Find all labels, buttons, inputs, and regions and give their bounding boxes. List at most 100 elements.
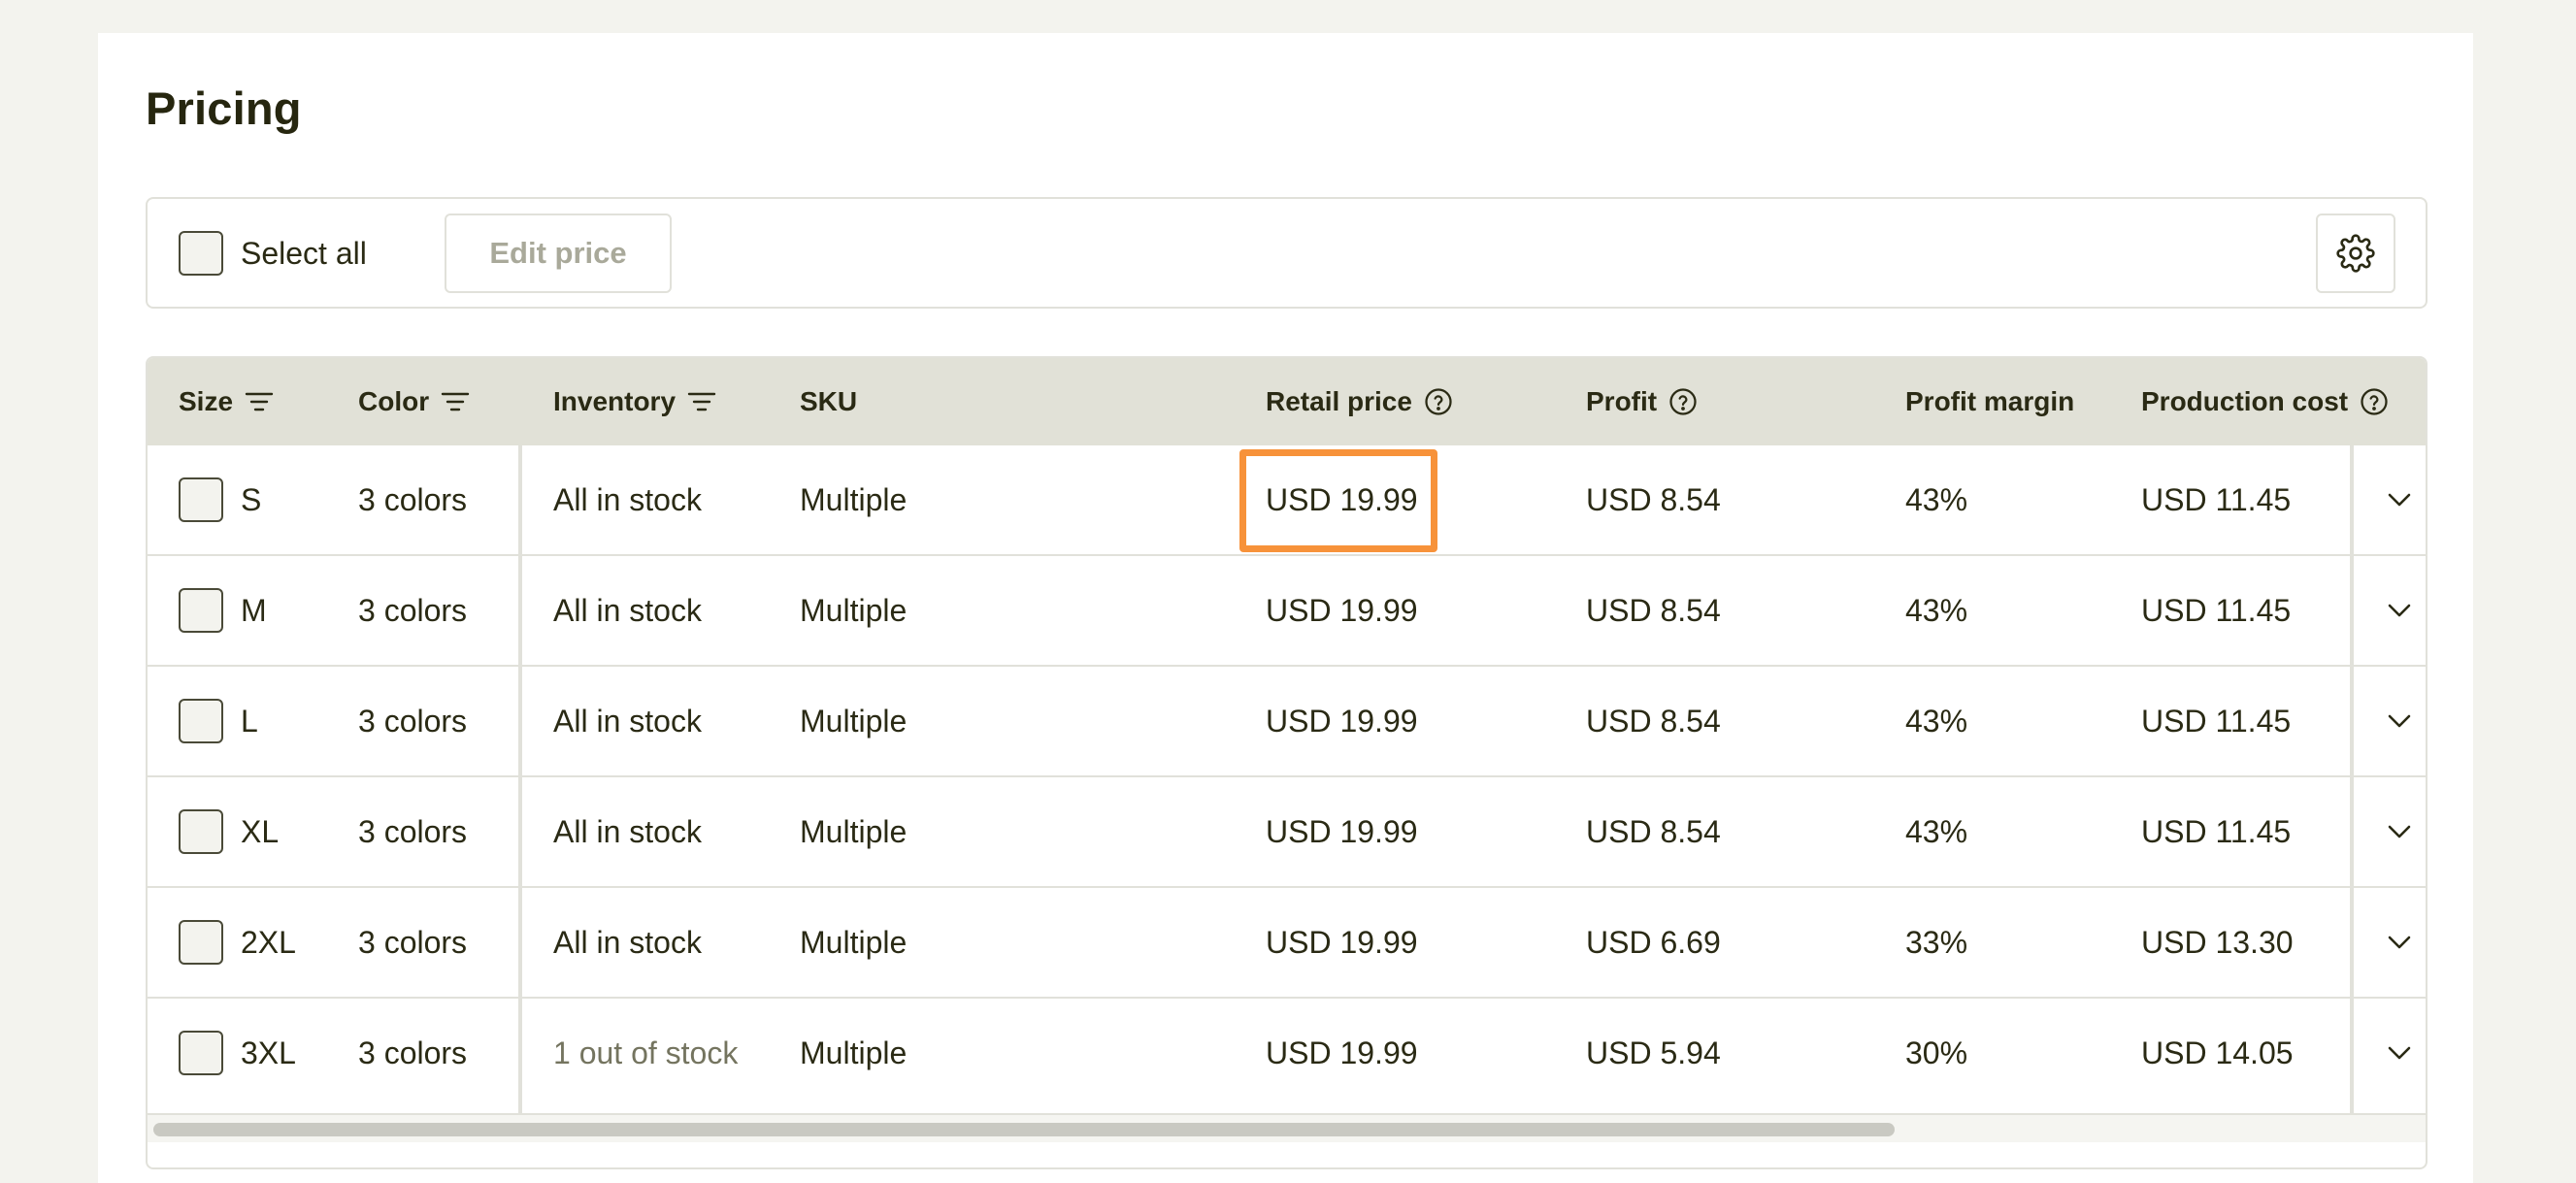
chevron-down-icon: [2388, 1046, 2410, 1060]
size-cell: 3XL: [241, 1035, 296, 1070]
chevron-down-icon: [2388, 936, 2410, 949]
profit-margin-cell: 43%: [1905, 813, 1968, 849]
profit-cell: USD 8.54: [1586, 481, 1721, 517]
production-cost-cell: USD 11.45: [2141, 592, 2292, 628]
column-header-color-label: Color: [358, 386, 430, 416]
chevron-down-icon: [2388, 493, 2410, 507]
column-header-sku-label: SKU: [800, 386, 858, 416]
column-header-size-label: Size: [179, 386, 234, 416]
size-cell: 2XL: [241, 924, 296, 960]
table-row[interactable]: 3XL 3 colors 1 out of stock Multiple USD…: [148, 999, 2426, 1109]
chevron-down-icon: [2388, 825, 2410, 838]
column-header-inventory[interactable]: Inventory: [553, 358, 716, 445]
retail-price-cell[interactable]: USD 19.99: [1266, 888, 1418, 997]
retail-price-cell[interactable]: USD 19.99: [1266, 999, 1418, 1107]
column-header-profit-margin-label: Profit margin: [1905, 386, 2075, 416]
profit-margin-cell: 33%: [1905, 924, 1968, 960]
color-cell: 3 colors: [358, 924, 468, 960]
production-cost-cell: USD 11.45: [2141, 813, 2292, 849]
column-header-production-cost-label: Production cost: [2141, 386, 2349, 416]
inventory-cell: All in stock: [553, 924, 702, 960]
sku-cell: Multiple: [800, 481, 908, 517]
chevron-down-icon: [2388, 714, 2410, 728]
scrollbar-thumb[interactable]: [153, 1123, 1895, 1136]
column-header-retail-price-label: Retail price: [1266, 386, 1412, 416]
table-row[interactable]: M 3 colors All in stock Multiple USD 19.…: [148, 556, 2426, 667]
sticky-column-divider: [518, 445, 522, 1113]
inventory-cell: All in stock: [553, 592, 702, 628]
profit-margin-cell: 43%: [1905, 703, 1968, 739]
color-cell: 3 colors: [358, 592, 468, 628]
help-icon[interactable]: [1668, 387, 1698, 416]
size-cell: XL: [241, 813, 280, 849]
table-toolbar: Select all Edit price: [146, 197, 2427, 309]
help-icon[interactable]: [2360, 387, 2389, 416]
table-settings-button[interactable]: [2316, 214, 2395, 293]
row-checkbox[interactable]: [179, 809, 223, 854]
table-row[interactable]: XL 3 colors All in stock Multiple USD 19…: [148, 777, 2426, 888]
table-row[interactable]: S 3 colors All in stock Multiple USD 19.…: [148, 445, 2426, 556]
retail-price-cell[interactable]: USD 19.99: [1266, 777, 1418, 886]
profit-margin-cell: 30%: [1905, 1035, 1968, 1070]
color-cell: 3 colors: [358, 481, 468, 517]
select-all-checkbox[interactable]: [179, 231, 223, 276]
profit-cell: USD 6.69: [1586, 924, 1721, 960]
edit-price-button[interactable]: Edit price: [445, 214, 672, 293]
profit-cell: USD 8.54: [1586, 592, 1721, 628]
filter-icon[interactable]: [441, 390, 470, 413]
pricing-table: Size Color Inventory SKU Retail price Pr…: [146, 356, 2427, 1169]
column-header-sku: SKU: [800, 358, 857, 445]
expand-row-button[interactable]: [2368, 777, 2426, 886]
page-title: Pricing: [146, 82, 302, 134]
sku-cell: Multiple: [800, 924, 908, 960]
row-checkbox[interactable]: [179, 477, 223, 522]
expand-row-button[interactable]: [2368, 667, 2426, 775]
color-cell: 3 colors: [358, 813, 468, 849]
column-header-color[interactable]: Color: [358, 358, 470, 445]
inventory-cell: All in stock: [553, 481, 702, 517]
filter-icon[interactable]: [245, 390, 274, 413]
expand-row-button[interactable]: [2368, 556, 2426, 665]
pricing-panel: Pricing Select all Edit price Size Color: [98, 33, 2473, 1183]
column-header-profit: Profit: [1586, 358, 1698, 445]
inventory-cell: 1 out of stock: [553, 1035, 739, 1070]
row-checkbox[interactable]: [179, 920, 223, 965]
retail-price-highlight: [1239, 449, 1437, 552]
column-header-profit-margin: Profit margin: [1905, 358, 2074, 445]
row-checkbox[interactable]: [179, 1031, 223, 1075]
help-icon[interactable]: [1424, 387, 1453, 416]
profit-cell: USD 8.54: [1586, 813, 1721, 849]
column-header-size[interactable]: Size: [179, 358, 274, 445]
sticky-column-divider: [2350, 445, 2354, 1113]
profit-margin-cell: 43%: [1905, 592, 1968, 628]
column-header-profit-label: Profit: [1586, 386, 1658, 416]
production-cost-cell: USD 14.05: [2141, 1035, 2294, 1070]
size-cell: S: [241, 481, 262, 517]
sku-cell: Multiple: [800, 703, 908, 739]
inventory-cell: All in stock: [553, 703, 702, 739]
size-cell: M: [241, 592, 267, 628]
production-cost-cell: USD 13.30: [2141, 924, 2294, 960]
profit-cell: USD 8.54: [1586, 703, 1721, 739]
select-all-label[interactable]: Select all: [241, 236, 367, 272]
filter-icon[interactable]: [687, 390, 716, 413]
retail-price-cell[interactable]: USD 19.99: [1266, 556, 1418, 665]
chevron-down-icon: [2388, 604, 2410, 617]
retail-price-cell[interactable]: USD 19.99: [1266, 667, 1418, 775]
sku-cell: Multiple: [800, 592, 908, 628]
sku-cell: Multiple: [800, 813, 908, 849]
column-header-retail-price: Retail price: [1266, 358, 1453, 445]
row-checkbox[interactable]: [179, 699, 223, 743]
horizontal-scrollbar[interactable]: [148, 1113, 2426, 1142]
table-header: Size Color Inventory SKU Retail price Pr…: [148, 358, 2426, 445]
expand-row-button[interactable]: [2368, 999, 2426, 1107]
expand-row-button[interactable]: [2368, 445, 2426, 554]
size-cell: L: [241, 703, 258, 739]
table-row[interactable]: L 3 colors All in stock Multiple USD 19.…: [148, 667, 2426, 777]
column-header-inventory-label: Inventory: [553, 386, 677, 416]
row-checkbox[interactable]: [179, 588, 223, 633]
production-cost-cell: USD 11.45: [2141, 481, 2292, 517]
table-row[interactable]: 2XL 3 colors All in stock Multiple USD 1…: [148, 888, 2426, 999]
profit-margin-cell: 43%: [1905, 481, 1968, 517]
expand-row-button[interactable]: [2368, 888, 2426, 997]
